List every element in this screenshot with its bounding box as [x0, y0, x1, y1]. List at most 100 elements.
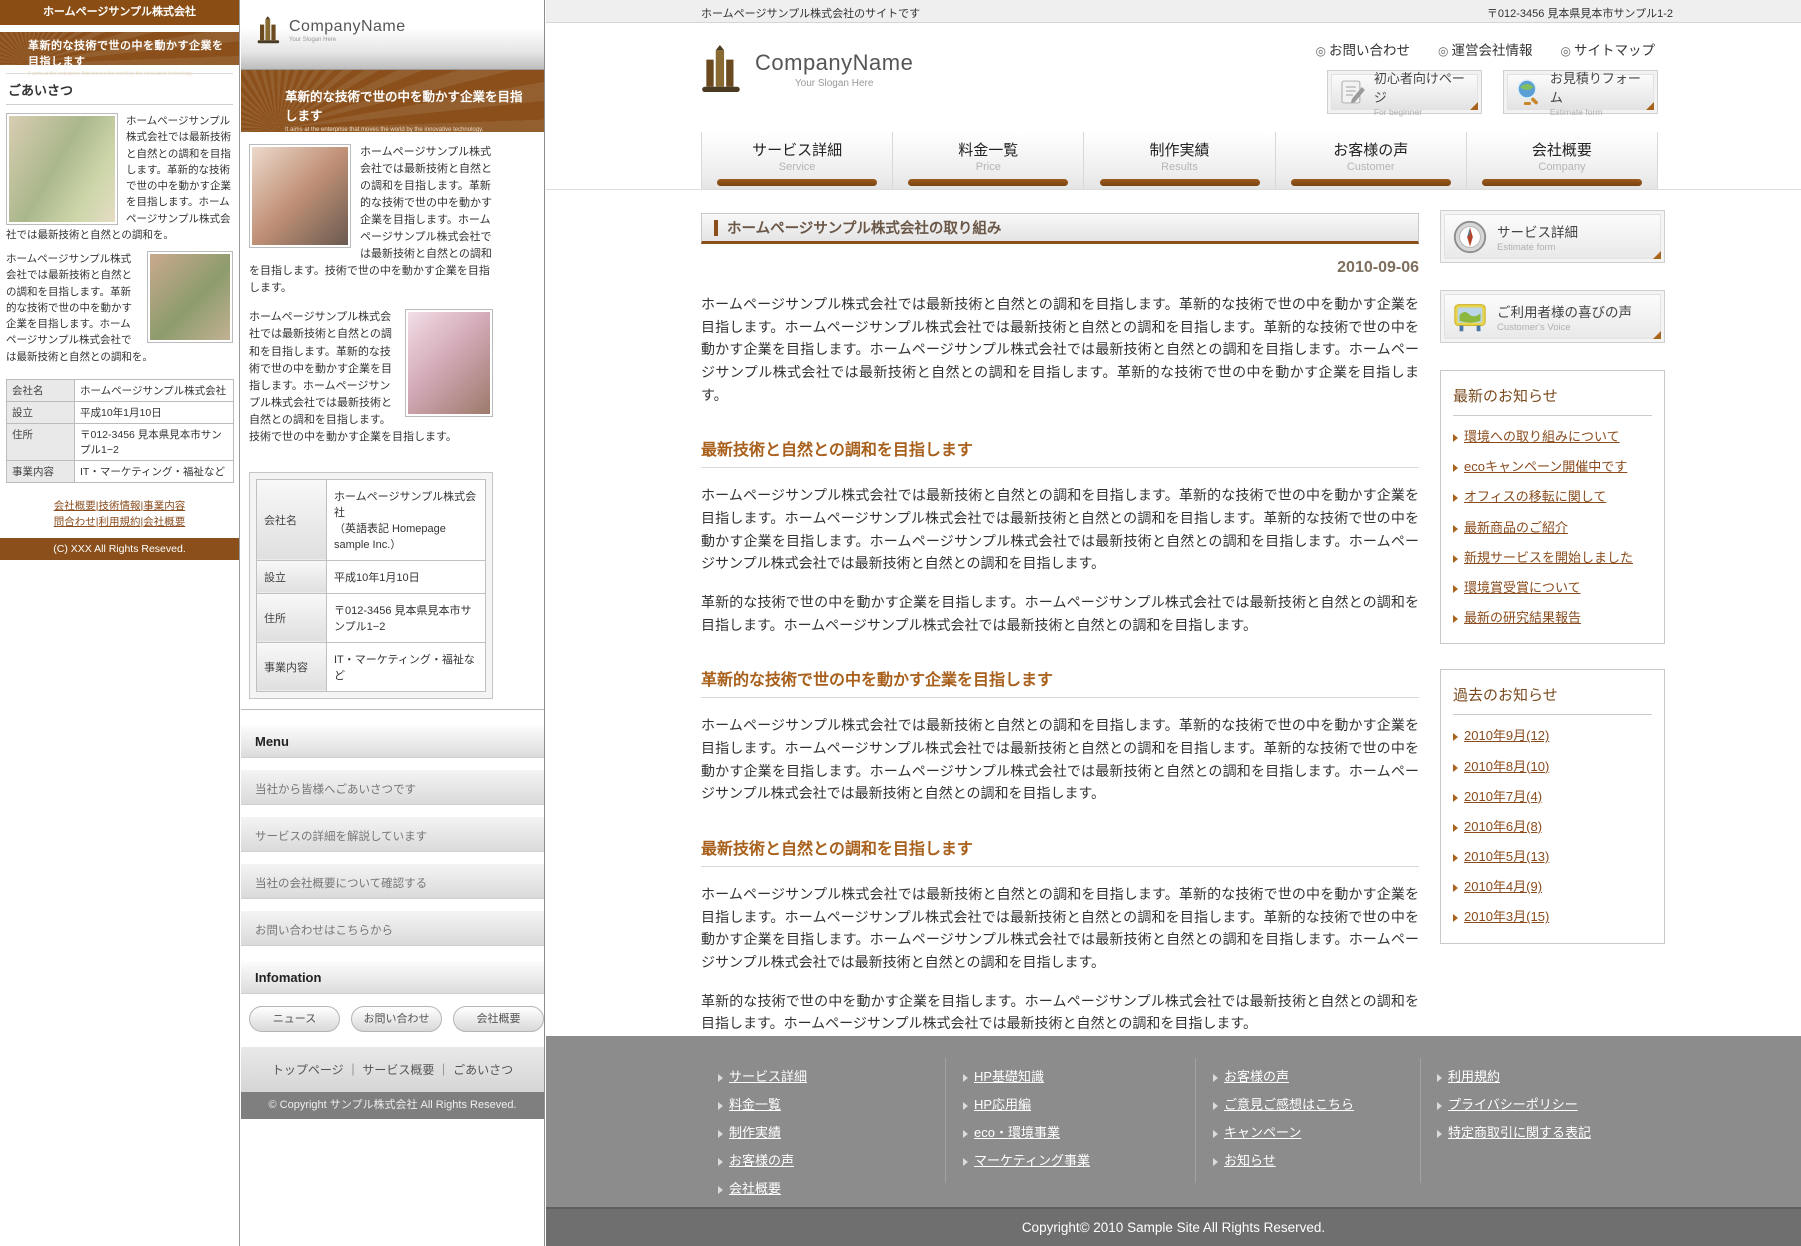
middle-copyright: © Copyright サンプル株式会社 All Rights Reseved. — [241, 1092, 544, 1119]
arrow-bullet-icon — [1213, 1158, 1218, 1166]
left-banner-title: 革新的な技術で世の中を動かす企業を目指します — [28, 37, 231, 69]
link-top-page[interactable]: トップページ — [272, 1063, 344, 1077]
arrow-bullet-icon — [1453, 733, 1458, 741]
estimate-form-button[interactable]: お見積りフォーム Estimate form — [1503, 70, 1658, 114]
information-heading: Infomation — [241, 960, 544, 994]
middle-block-2: ホームページサンプル株式会社では最新技術と自然との調和を目指します。革新的な技術… — [249, 309, 493, 445]
table-row: 住所〒012-3456 見本県見本市サンプル1−2 — [257, 593, 486, 642]
estimate-button-label: お見積りフォーム — [1550, 68, 1653, 106]
middle-banner-subtitle: It aims at the enterprise that moves the… — [285, 127, 534, 133]
arrow-bullet-icon — [718, 1158, 723, 1166]
arrow-bullet-icon — [1453, 854, 1458, 862]
middle-logo-name: CompanyName — [289, 18, 406, 36]
section-paragraph: 革新的な技術で世の中を動かす企業を目指します。ホームページサンプル株式会社では最… — [701, 591, 1419, 636]
divider — [241, 709, 544, 710]
menu-item-greeting[interactable]: 当社から皆様へごあいさつです — [241, 769, 544, 805]
news-item: ecoキャンペーン開催中です — [1453, 458, 1652, 476]
middle-hero-banner: 革新的な技術で世の中を動かす企業を目指します It aims at the en… — [241, 70, 544, 132]
arrow-bullet-icon — [1453, 794, 1458, 802]
menu-item-contact[interactable]: お問い合わせはこちらから — [241, 910, 544, 946]
arrow-bullet-icon — [1453, 824, 1458, 832]
middle-footer-links: トップページ ｜ サービス概要 ｜ ごあいさつ — [241, 1046, 544, 1092]
main-logo[interactable]: CompanyName Your Slogan Here — [701, 45, 913, 93]
company-logo-icon — [701, 45, 743, 93]
main-logo-name: CompanyName — [755, 50, 913, 76]
arrow-bullet-icon — [963, 1074, 968, 1082]
section-paragraph: 革新的な技術で世の中を動かす企業を目指します。ホームページサンプル株式会社では最… — [701, 990, 1419, 1035]
link-technology-info[interactable]: 技術情報 — [99, 500, 141, 512]
main-header: CompanyName Your Slogan Here お問い合わせ 運営会社… — [546, 23, 1801, 132]
photo-woman-portrait — [249, 144, 351, 248]
arrow-bullet-icon — [1437, 1130, 1442, 1138]
tab-company[interactable]: 会社概要 Company — [1467, 132, 1658, 189]
link-greeting[interactable]: ごあいさつ — [453, 1063, 513, 1077]
middle-company-table: 会社名ホームページサンプル株式会社 （英語表記 Homepage sample … — [249, 472, 493, 699]
news-item: 環境賞受賞について — [1453, 579, 1652, 597]
utility-link-sitemap[interactable]: サイトマップ — [1561, 39, 1655, 59]
header-buttons: 初心者向けページ For beginner お見積り — [1327, 70, 1658, 114]
tab-service[interactable]: サービス詳細 Service — [701, 132, 893, 189]
greeting-block-2: ホームページサンプル株式会社では最新技術と自然との調和を目指します。革新的な技術… — [6, 251, 233, 365]
arrow-bullet-icon — [1213, 1102, 1218, 1110]
page-title: ホームページサンプル株式会社の取り組み — [727, 217, 1001, 238]
corner-triangle-icon — [1646, 102, 1654, 110]
company-logo-icon — [257, 16, 281, 44]
archive-item: 2010年3月(15) — [1453, 908, 1652, 926]
customer-voice-banner[interactable]: ご利用者様の喜びの声 Customer's Voice — [1440, 290, 1665, 343]
arrow-bullet-icon — [1437, 1074, 1442, 1082]
tab-customer[interactable]: お客様の声 Customer — [1276, 132, 1467, 189]
left-hero-banner: 革新的な技術で世の中を動かす企業を目指します It aims at the en… — [0, 32, 239, 65]
arrow-bullet-icon — [1453, 884, 1458, 892]
middle-logo[interactable]: CompanyName Your Slogan Here — [257, 16, 544, 44]
archive-heading: 過去のお知らせ — [1453, 684, 1652, 715]
tab-underline — [1291, 179, 1451, 186]
link-company-overview-2[interactable]: 会社概要 — [143, 516, 185, 528]
beginner-button-label: 初心者向けページ — [1374, 68, 1477, 106]
news-item: 環境への取り組みについて — [1453, 428, 1652, 446]
news-item: 新規サービスを開始しました — [1453, 549, 1652, 567]
arrow-bullet-icon — [963, 1158, 968, 1166]
article-date: 2010-09-06 — [701, 259, 1419, 277]
map-board-icon — [1451, 298, 1489, 336]
footer-divider — [945, 1058, 946, 1183]
table-row: 事業内容IT・マーケティング・福祉など — [257, 642, 486, 691]
link-contact[interactable]: 問合わせ — [54, 516, 96, 528]
middle-block-1: ホームページサンプル株式会社では最新技術と自然との調和を目指します。革新的な技術… — [249, 144, 493, 297]
footer-column-services: サービス詳細 料金一覧 制作実績 お客様の声 会社概要 — [718, 1066, 807, 1206]
tab-price[interactable]: 料金一覧 Price — [893, 132, 1084, 189]
link-company-overview[interactable]: 会社概要 — [54, 500, 96, 512]
tab-underline — [717, 179, 877, 186]
footer-column-knowledge: HP基礎知識 HP応用編 eco・環境事業 マーケティング事業 — [963, 1066, 1090, 1178]
tab-results[interactable]: 制作実績 Results — [1084, 132, 1275, 189]
news-button[interactable]: ニュース — [249, 1006, 340, 1032]
sidebar: サービス詳細 Estimate form ご利用者様の喜びの声 — [1440, 210, 1665, 969]
table-row: 会社名ホームページサンプル株式会社 — [7, 379, 234, 401]
section-heading: 革新的な技術で世の中を動かす企業を目指します — [701, 666, 1419, 698]
photo-woman-tree — [147, 251, 233, 343]
site-description: ホームページサンプル株式会社のサイトです — [701, 5, 920, 21]
link-business-content[interactable]: 事業内容 — [143, 500, 185, 512]
contact-button[interactable]: お問い合わせ — [351, 1006, 442, 1032]
link-service-overview[interactable]: サービス概要 — [362, 1063, 434, 1077]
arrow-bullet-icon — [1213, 1130, 1218, 1138]
archive-item: 2010年5月(13) — [1453, 848, 1652, 866]
voice-banner-subtitle: Customer's Voice — [1497, 322, 1632, 333]
menu-item-service[interactable]: サービスの詳細を解説しています — [241, 816, 544, 852]
menu-item-company[interactable]: 当社の会社概要について確認する — [241, 863, 544, 899]
left-site-title: ホームページサンプル株式会社 — [0, 0, 239, 25]
utility-link-contact[interactable]: お問い合わせ — [1316, 39, 1410, 59]
left-narrow-layout: ホームページサンプル株式会社 革新的な技術で世の中を動かす企業を目指します It… — [0, 0, 240, 1246]
service-detail-banner[interactable]: サービス詳細 Estimate form — [1440, 210, 1665, 263]
menu-heading: Menu — [241, 724, 544, 758]
company-button[interactable]: 会社概要 — [453, 1006, 544, 1032]
archive-item: 2010年6月(8) — [1453, 818, 1652, 836]
section-paragraph: ホームページサンプル株式会社では最新技術と自然との調和を目指します。革新的な技術… — [701, 883, 1419, 974]
link-terms[interactable]: 利用規約 — [99, 516, 141, 528]
arrow-bullet-icon — [718, 1130, 723, 1138]
beginner-page-button[interactable]: 初心者向けページ For beginner — [1327, 70, 1482, 114]
utility-link-operator-info[interactable]: 運営会社情報 — [1438, 39, 1532, 59]
main-navigation: サービス詳細 Service 料金一覧 Price 制作実績 Results お… — [546, 132, 1801, 190]
arrow-bullet-icon — [1453, 525, 1458, 533]
arrow-bullet-icon — [963, 1130, 968, 1138]
archive-item: 2010年4月(9) — [1453, 878, 1652, 896]
